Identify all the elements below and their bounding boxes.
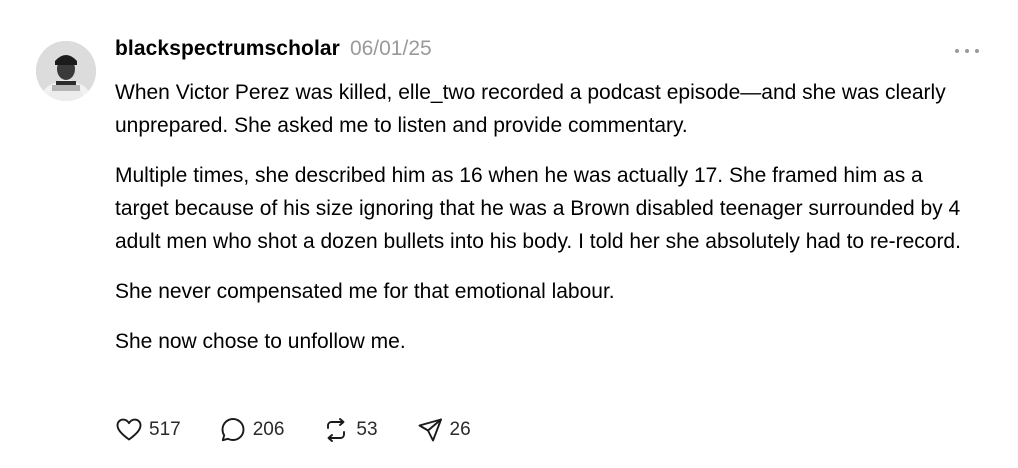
share-count: 26 xyxy=(449,419,471,440)
send-icon xyxy=(416,416,444,444)
post-paragraph: She now chose to unfollow me. xyxy=(115,330,406,353)
post-paragraph: She never compensated me for that emotio… xyxy=(115,280,615,303)
avatar[interactable] xyxy=(36,41,96,101)
more-dot xyxy=(965,49,969,53)
repost-button[interactable]: 53 xyxy=(322,416,378,444)
post-paragraph: Multiple times, she described him as 16 … xyxy=(115,164,961,253)
repost-icon xyxy=(322,416,350,444)
more-dot xyxy=(975,49,979,53)
reply-count: 206 xyxy=(252,419,285,440)
like-count: 517 xyxy=(149,419,181,440)
post-date[interactable]: 06/01/25 xyxy=(350,37,432,61)
action-bar: 517 206 53 26 xyxy=(115,415,509,445)
more-options-icon[interactable] xyxy=(955,44,979,58)
post: blackspectrumscholar 06/01/25 When Victo… xyxy=(0,0,1018,468)
reply-button[interactable]: 206 xyxy=(219,416,285,444)
speech-bubble-icon xyxy=(219,416,247,444)
username-link[interactable]: blackspectrumscholar xyxy=(115,37,340,61)
post-header: blackspectrumscholar 06/01/25 xyxy=(115,37,432,67)
share-button[interactable]: 26 xyxy=(416,416,471,444)
more-dot xyxy=(955,49,959,53)
post-paragraph: When Victor Perez was killed, elle_two r… xyxy=(115,81,946,137)
heart-icon xyxy=(115,416,143,444)
like-button[interactable]: 517 xyxy=(115,416,181,444)
post-body: When Victor Perez was killed, elle_two r… xyxy=(115,76,975,375)
repost-count: 53 xyxy=(356,419,378,440)
